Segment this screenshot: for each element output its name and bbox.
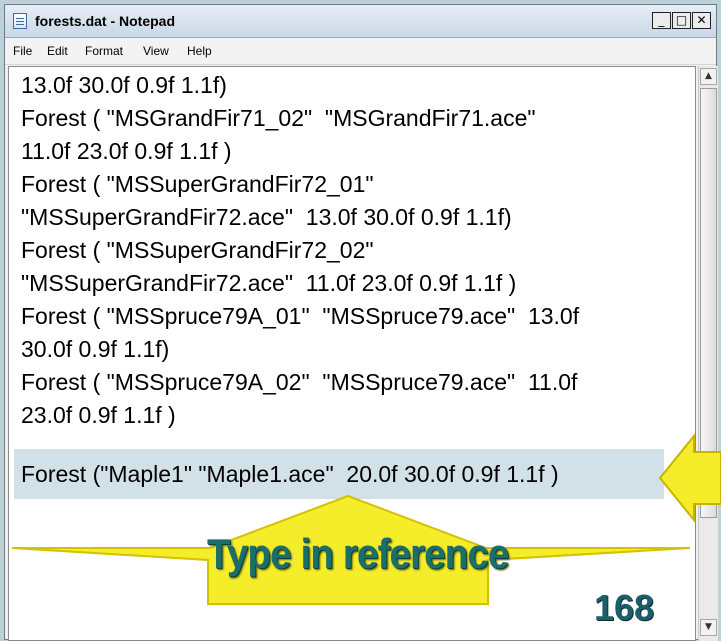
menu-format[interactable]: Format	[85, 44, 123, 58]
callout-label: Type in reference	[207, 530, 509, 577]
menu-view[interactable]: View	[143, 44, 169, 58]
maple-forest-entry: Forest ("Maple1" "Maple1.ace" 20.0f 30.0…	[21, 461, 559, 487]
maximize-button[interactable]: □	[672, 12, 691, 29]
menu-file[interactable]: File	[13, 44, 32, 58]
text-line: Forest ( "MSSuperGrandFir72_01"	[21, 171, 374, 197]
window-title: forests.dat - Notepad	[35, 13, 176, 29]
text-line: Forest ( "MSSuperGrandFir72_02"	[21, 237, 374, 263]
text-line: 13.0f 30.0f 0.9f 1.1f)	[21, 72, 227, 98]
text-line: Forest ( "MSGrandFir71_02" "MSGrandFir71…	[21, 105, 536, 131]
text-line: Forest ( "MSSpruce79A_02" "MSSpruce79.ac…	[21, 369, 578, 395]
slide-number: 168	[594, 587, 655, 628]
highlighted-line: Forest ("Maple1" "Maple1.ace" 20.0f 30.0…	[14, 449, 664, 499]
scroll-down-arrow-icon[interactable]: ▼	[700, 619, 717, 636]
title-bar[interactable]: forests.dat - Notepad _ □ ✕	[5, 5, 716, 38]
menu-edit[interactable]: Edit	[47, 44, 68, 58]
scroll-thumb[interactable]	[700, 88, 717, 518]
text-line: 23.0f 0.9f 1.1f )	[21, 402, 176, 428]
minimize-button[interactable]: _	[652, 12, 671, 29]
menu-bar: File Edit Format View Help	[5, 38, 716, 65]
menu-help[interactable]: Help	[187, 44, 212, 58]
text-line: Forest ( "MSSpruce79A_01" "MSSpruce79.ac…	[21, 303, 580, 329]
scroll-up-arrow-icon[interactable]: ▲	[700, 68, 717, 85]
text-line: "MSSuperGrandFir72.ace" 11.0f 23.0f 0.9f…	[21, 270, 517, 296]
close-button[interactable]: ✕	[692, 12, 711, 29]
text-line: 11.0f 23.0f 0.9f 1.1f )	[21, 138, 232, 164]
notepad-app-icon[interactable]	[13, 13, 27, 29]
text-line: "MSSuperGrandFir72.ace" 13.0f 30.0f 0.9f…	[21, 204, 512, 230]
vertical-scrollbar[interactable]: ▲ ▼	[698, 66, 718, 641]
text-line: 30.0f 0.9f 1.1f)	[21, 336, 170, 362]
